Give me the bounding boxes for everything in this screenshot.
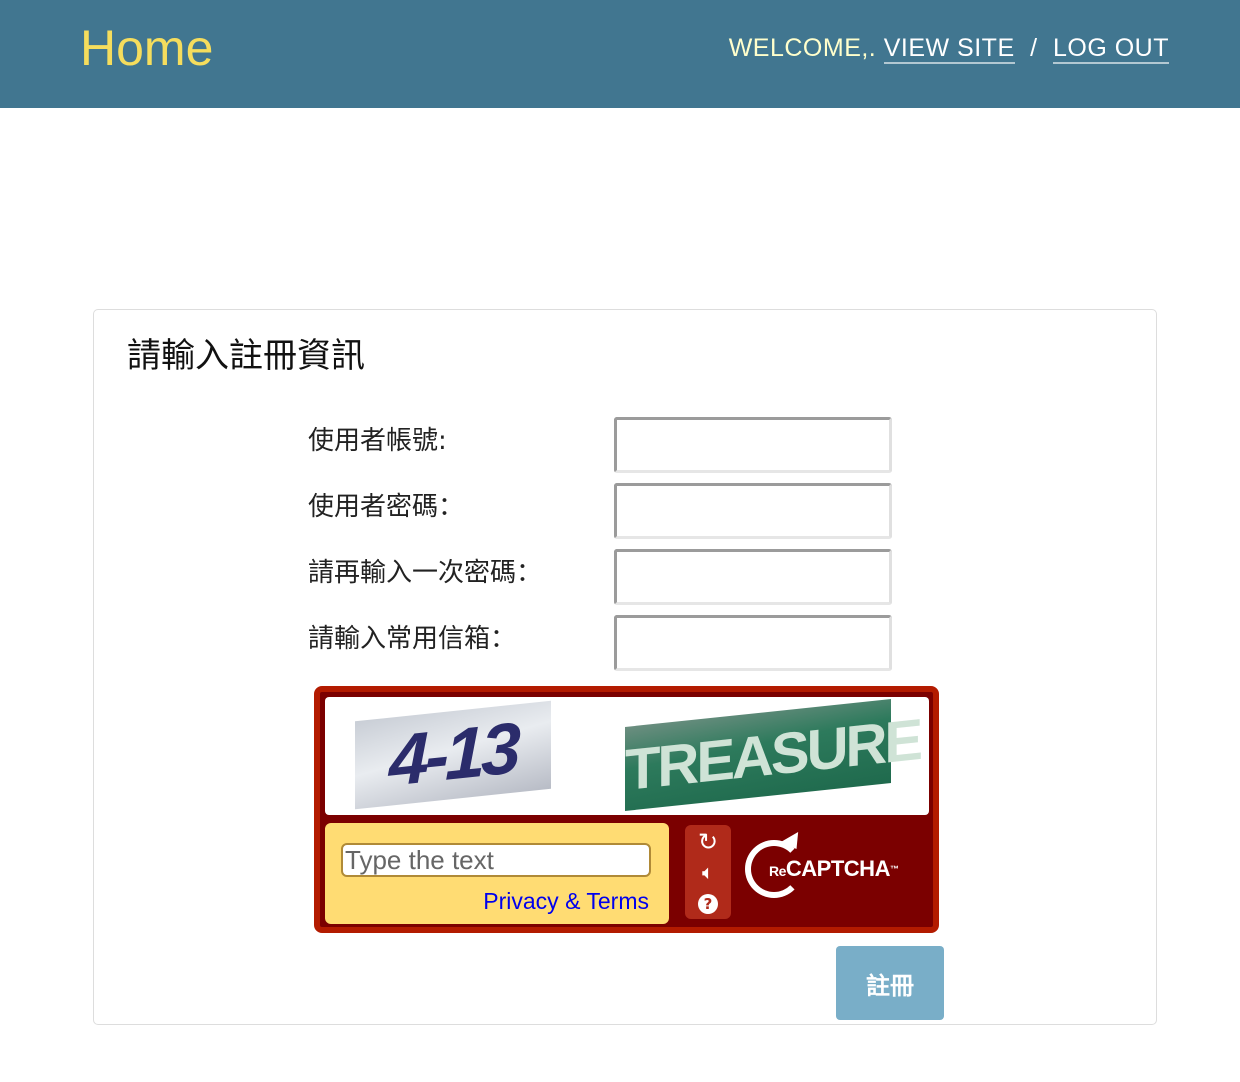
site-brand[interactable]: Home [80,18,213,78]
confirm-password-input[interactable] [614,549,892,605]
refresh-icon[interactable]: ↻ [691,829,725,855]
audio-icon[interactable]: 🔈︎ [691,859,725,885]
recaptcha-logo-tm: ™ [889,864,899,874]
username-input[interactable] [614,417,892,473]
captcha-word-1: 4-13 [355,700,551,810]
user-tools-separator: / [1030,34,1038,62]
recaptcha-logo-text: ReCAPTCHA™ [769,854,899,886]
site-header: Home WELCOME,. VIEW SITE / LOG OUT [0,0,1240,108]
privacy-terms-link[interactable]: Privacy & Terms [483,887,649,915]
recaptcha-logo-re: Re [769,863,786,879]
recaptcha-widget: 4-13 TREASURE Privacy & Terms ↻ 🔈︎ ? ReC… [314,686,939,933]
registration-panel: 請輸入註冊資訊 使用者帳號: 使用者密碼： 請再輸入一次密碼： 請輸入常用信箱：… [93,309,1157,1025]
email-label: 請輸入常用信箱： [308,624,517,654]
username-label: 使用者帳號: [308,426,447,456]
email-input[interactable] [614,615,892,671]
welcome-text: WELCOME,. [728,34,877,62]
help-icon[interactable]: ? [691,889,725,915]
captcha-word-2: TREASURE [625,699,920,811]
captcha-challenge-image: 4-13 TREASURE [325,697,929,815]
password-label: 使用者密碼： [308,492,465,522]
confirm-password-label: 請再輸入一次密碼： [308,558,543,588]
log-out-link[interactable]: LOG OUT [1052,34,1169,64]
register-button[interactable]: 註冊 [836,946,944,1020]
captcha-button-group: ↻ 🔈︎ ? [685,825,731,919]
user-tools: WELCOME,. VIEW SITE / LOG OUT [729,32,1169,64]
view-site-link[interactable]: VIEW SITE [883,34,1015,64]
captcha-input-area: Privacy & Terms [325,823,669,924]
panel-title: 請輸入註冊資訊 [127,336,365,376]
recaptcha-logo-name: CAPTCHA [785,856,891,881]
recaptcha-logo: ReCAPTCHA™ [745,831,905,910]
password-input[interactable] [614,483,892,539]
captcha-response-input[interactable] [341,843,651,877]
